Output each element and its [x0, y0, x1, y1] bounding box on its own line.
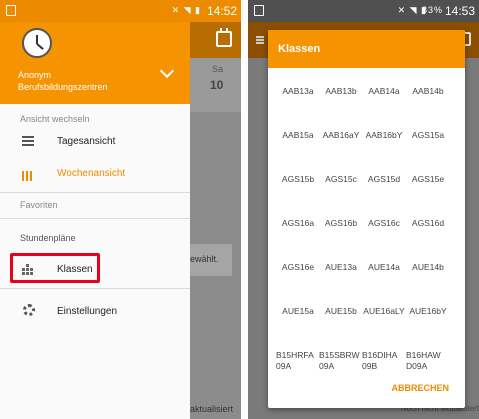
status-bar: ✕ ◥ ▮ 14:52 [0, 0, 241, 22]
class-option[interactable]: AGS15d [362, 174, 406, 185]
info-chip: ewählt. [190, 244, 232, 276]
class-option[interactable]: AGS16a [276, 218, 320, 229]
highlight-box [10, 253, 100, 283]
drawer-header: Anonym Berufsbildungszentren [0, 22, 190, 104]
info-chip-text: ewählt. [190, 254, 219, 264]
class-option[interactable]: AUE15b [319, 306, 363, 317]
left-phone-screen: ✕ ◥ ▮ 14:52 Sa 10 ewählt. aktualisiert A… [0, 0, 241, 419]
divider [0, 218, 190, 219]
section-timetables-label: Stundenpläne [20, 233, 76, 243]
status-time: 14:53 [444, 4, 475, 18]
class-option[interactable]: AAB14a [362, 86, 406, 97]
class-option[interactable]: AAB13b [319, 86, 363, 97]
week-icon [22, 168, 34, 181]
notification-icon [254, 5, 264, 16]
class-option[interactable]: AGS16e [276, 262, 320, 273]
classes-dialog: Klassen AAB13a AAB13b AAB14a AAB14b AAB15a AA… [268, 30, 465, 408]
account-name: Anonym [18, 70, 52, 80]
class-option[interactable]: AAB16bY [362, 130, 406, 141]
class-option[interactable]: AUE14a [362, 262, 406, 273]
menu-item-label: Wochenansicht [57, 168, 126, 179]
chevron-down-icon[interactable] [159, 63, 175, 79]
day-label: Sa [212, 64, 224, 74]
class-option[interactable]: AGS15a [406, 130, 450, 141]
gear-icon [23, 304, 35, 316]
clock-icon [22, 28, 52, 58]
class-option[interactable]: B15HRFA 09A [276, 350, 320, 372]
status-bar: ✕ ◥ ▮ 83% 14:53 [248, 0, 479, 22]
account-school: Berufsbildungszentren [18, 82, 108, 92]
list-icon [22, 136, 34, 147]
class-option[interactable]: AGS16c [362, 218, 406, 229]
menu-item-day-view[interactable]: Tagesansicht [0, 128, 190, 156]
app-background: Sa 10 ewählt. aktualisiert [190, 22, 241, 419]
class-option[interactable]: AGS15e [406, 174, 450, 185]
menu-item-label: Tagesansicht [57, 136, 116, 147]
class-option[interactable]: AAB16aY [319, 130, 363, 141]
battery-level: 83% [421, 5, 443, 15]
navigation-drawer: Anonym Berufsbildungszentren Ansicht wec… [0, 22, 190, 419]
menu-icon[interactable] [256, 36, 264, 38]
menu-item-week-view[interactable]: Wochenansicht [0, 160, 190, 188]
class-option[interactable]: B16DIHA 09B [362, 350, 406, 372]
status-time: 14:52 [206, 4, 237, 18]
class-option[interactable]: AUE15a [276, 306, 320, 317]
class-option[interactable]: AAB15a [276, 130, 320, 141]
class-option[interactable]: AGS16b [319, 218, 363, 229]
class-option[interactable]: AGS15b [276, 174, 320, 185]
signal-icons: ✕ ◥ ▮ [171, 5, 201, 15]
dialog-header: Klassen [268, 30, 465, 68]
calendar-icon[interactable] [216, 28, 232, 47]
update-status: aktualisiert [190, 404, 234, 414]
menu-item-label: Einstellungen [57, 306, 118, 317]
section-favorites-label: Favoriten [20, 200, 58, 210]
section-view-label: Ansicht wechseln [20, 114, 90, 124]
class-option[interactable]: AAB13a [276, 86, 320, 97]
class-option[interactable]: AUE13a [319, 262, 363, 273]
class-option[interactable]: AUE14b [406, 262, 450, 273]
class-option[interactable]: AGS15c [319, 174, 363, 185]
divider [0, 288, 190, 289]
menu-item-settings[interactable]: Einstellungen [0, 298, 190, 326]
class-option[interactable]: AAB14b [406, 86, 450, 97]
day-number: 10 [210, 78, 224, 92]
notification-icon [6, 5, 16, 16]
cancel-button[interactable]: ABBRECHEN [391, 383, 449, 393]
class-option[interactable]: AGS16d [406, 218, 450, 229]
class-option[interactable]: B15SBRW 09A [319, 350, 363, 372]
right-phone-screen: ✕ ◥ ▮ 83% 14:53 Noch nicht aktualisiert … [248, 0, 479, 419]
class-option[interactable]: AUE16bY [406, 306, 450, 317]
class-option[interactable]: B16HAW D09A [406, 350, 450, 372]
class-option[interactable]: AUE16aLY [362, 306, 406, 317]
dialog-title: Klassen [278, 43, 321, 55]
divider [0, 192, 190, 193]
